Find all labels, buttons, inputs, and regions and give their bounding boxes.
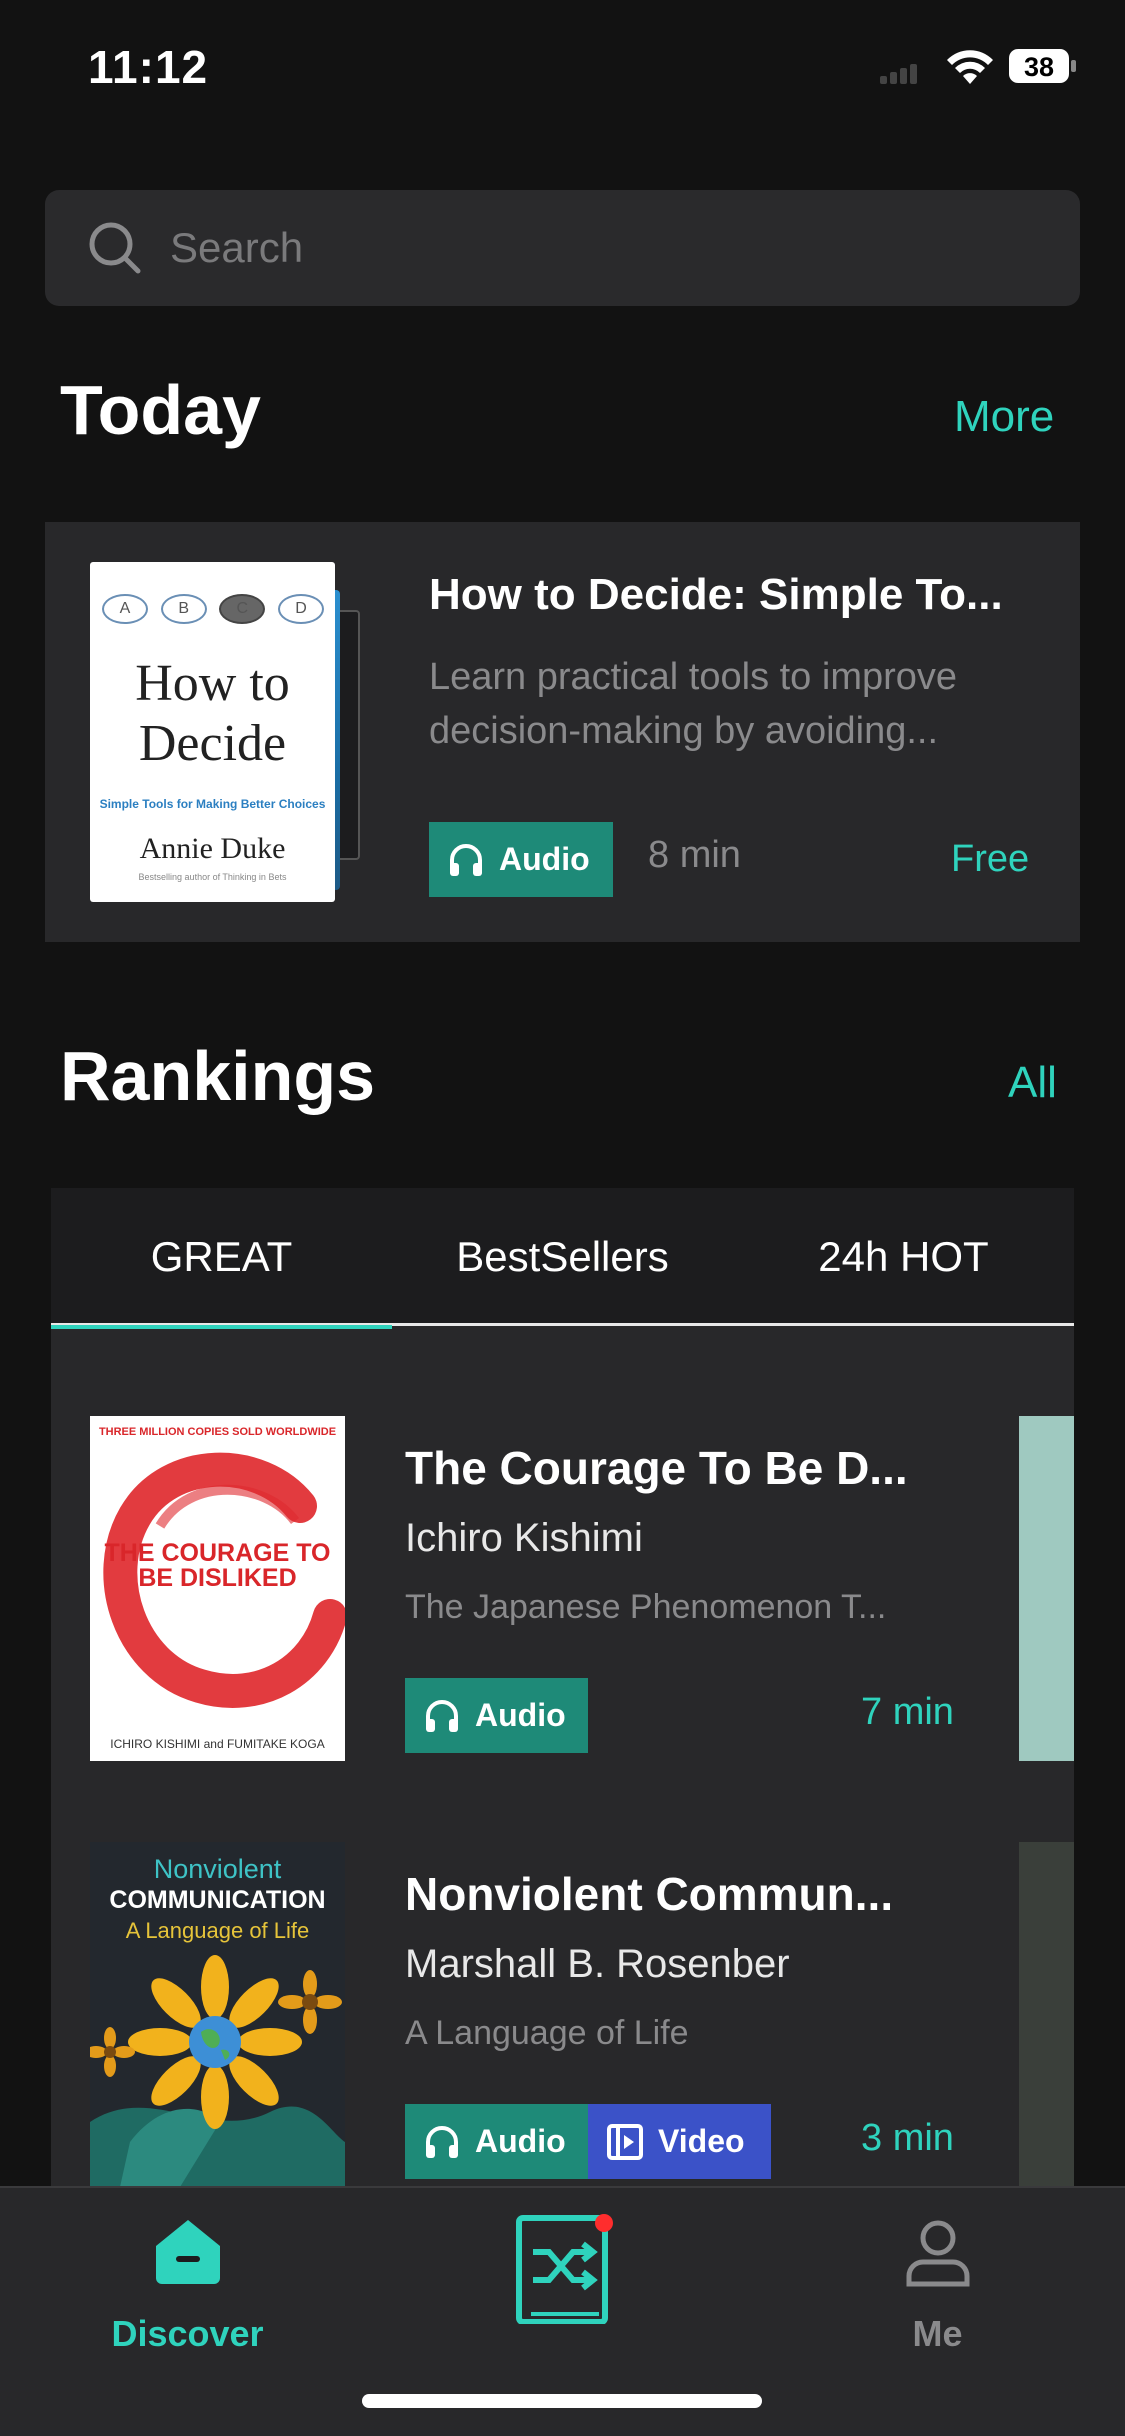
headphones-icon [450,843,482,876]
video-badge: Video [588,2104,771,2179]
rankings-all-link[interactable]: All [1008,1058,1057,1108]
next-column-cover[interactable] [1019,1416,1074,1761]
tab-24h-hot[interactable]: 24h HOT [733,1188,1074,1326]
signal-icon [880,62,917,84]
headphones-icon [426,1699,458,1732]
book-description: A Language of Life [405,2014,689,2052]
battery-icon: 38 [1008,48,1078,84]
status-time: 11:12 [88,41,209,93]
book-price: Free [951,838,1030,880]
nav-me[interactable]: Me [750,2188,1125,2388]
rankings-panel: GREAT BestSellers 24h HOT THREE MILLION … [51,1188,1074,2188]
sunflower-illustration [90,1955,345,2187]
cover-title: How to Decide [135,655,290,772]
book-description: Learn practical tools to improve decisio… [429,656,958,752]
book-cover: A B C D How to Decide Simple Tools for M… [90,562,335,902]
status-bar: 11:12 38 [0,0,1125,130]
book-title: The Courage To Be D... [405,1442,908,1494]
wifi-icon [947,50,993,84]
audio-badge: Audio [405,2104,588,2179]
shuffle-book-icon [516,2214,613,2324]
book-author: Ichiro Kishimi [405,1516,643,1560]
today-book-card[interactable]: A B C D How to Decide Simple Tools for M… [45,522,1080,942]
book-description: The Japanese Phenomenon T... [405,1588,887,1626]
book-title: How to Decide: Simple To... [429,570,1003,619]
nav-label: Me [912,2313,963,2354]
today-more-link[interactable]: More [954,392,1054,442]
battery-level: 38 [1024,52,1054,82]
home-indicator[interactable] [362,2394,762,2408]
tab-bestsellers[interactable]: BestSellers [392,1188,733,1326]
nav-label: Discover [111,2313,264,2354]
rankings-heading: Rankings [60,1037,376,1115]
headphones-icon [426,2125,458,2158]
cover-author: Annie Duke [139,832,286,865]
book-cover: THREE MILLION COPIES SOLD WORLDWIDE THE … [90,1416,345,1761]
nav-shuffle[interactable] [375,2188,750,2388]
book-duration: 3 min [861,2117,954,2159]
audio-badge: Audio [429,822,613,897]
book-cover: Nonviolent COMMUNICATION A Language of L… [90,1842,345,2187]
discover-home-icon [156,2220,220,2284]
search-bar[interactable] [45,190,1080,306]
book-duration: 7 min [861,1691,954,1733]
cover-tagline: Bestselling author of Thinking in Bets [138,872,287,882]
today-heading: Today [60,371,261,449]
book-title: Nonviolent Commun... [405,1868,894,1920]
search-icon [89,222,141,274]
profile-icon [906,2220,970,2287]
video-icon [607,2123,643,2160]
nav-discover[interactable]: Discover [0,2188,375,2388]
next-column-cover[interactable] [1019,1842,1074,2187]
rankings-tab-bar: GREAT BestSellers 24h HOT [51,1188,1074,1329]
book-cover-stack: A B C D How to Decide Simple Tools for M… [90,562,395,907]
book-author: Marshall B. Rosenber [405,1942,790,1986]
notification-dot [595,2214,613,2232]
ranking-item[interactable]: Nonviolent COMMUNICATION A Language of L… [51,1842,1074,2202]
search-input[interactable] [170,190,1050,306]
ranking-item[interactable]: THREE MILLION COPIES SOLD WORLDWIDE THE … [51,1416,1074,1776]
book-duration: 8 min [648,834,741,876]
audio-badge: Audio [405,1678,588,1753]
tab-great[interactable]: GREAT [51,1188,392,1329]
cover-subtitle: Simple Tools for Making Better Choices [99,797,326,811]
